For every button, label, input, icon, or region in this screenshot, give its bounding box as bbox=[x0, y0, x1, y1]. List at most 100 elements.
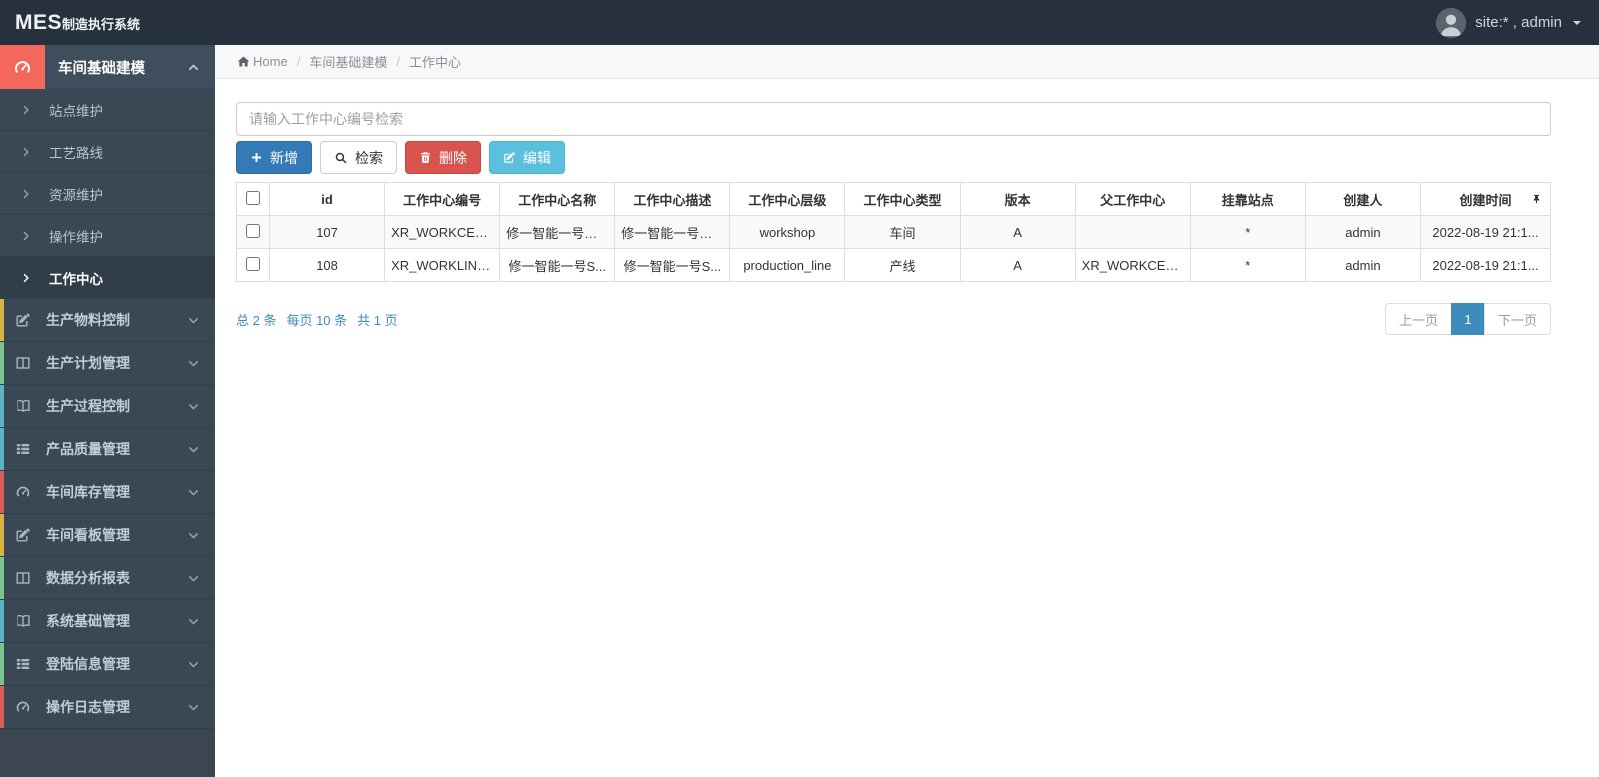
sidebar-group-label: 生产过程控制 bbox=[46, 398, 130, 414]
gauge-icon bbox=[0, 45, 45, 89]
summary-total: 总 2 条 bbox=[236, 312, 277, 328]
sidebar-group-board-management[interactable]: 车间看板管理 bbox=[0, 514, 215, 557]
cell-type: 产线 bbox=[844, 248, 961, 282]
chevron-right-icon bbox=[20, 272, 32, 284]
prev-page-button[interactable]: 上一页 bbox=[1384, 303, 1452, 335]
sidebar-group-login-info[interactable]: 登陆信息管理 bbox=[0, 643, 215, 686]
sidebar-group-label: 生产计划管理 bbox=[46, 355, 130, 371]
breadcrumb: Home / 车间基础建模 / 工作中心 bbox=[215, 45, 1599, 79]
chevron-right-icon bbox=[20, 104, 32, 116]
cell-level: workshop bbox=[729, 215, 846, 249]
cell-name: 修一智能一号S... bbox=[499, 248, 616, 282]
cell-parent bbox=[1074, 215, 1191, 249]
cell-created: 2022-08-19 21:1... bbox=[1420, 215, 1551, 249]
breadcrumb-separator: / bbox=[296, 54, 301, 69]
column-header-created: 创建时间 bbox=[1420, 182, 1551, 216]
sidebar-group-workshop-modeling[interactable]: 车间基础建模 bbox=[0, 45, 215, 89]
cell-type: 车间 bbox=[844, 215, 961, 249]
list-icon bbox=[0, 656, 46, 672]
cell-creator: admin bbox=[1304, 248, 1422, 282]
sidebar-group-label: 登陆信息管理 bbox=[46, 656, 130, 672]
row-checkbox[interactable] bbox=[246, 256, 260, 271]
row-checkbox[interactable] bbox=[246, 223, 260, 238]
breadcrumb-home[interactable]: Home bbox=[253, 54, 288, 69]
cell-select bbox=[236, 215, 270, 249]
column-header-created-label: 创建时间 bbox=[1459, 192, 1512, 208]
delete-button[interactable]: 删除 bbox=[405, 141, 481, 174]
chevron-down-icon bbox=[187, 314, 200, 327]
chevron-up-icon bbox=[187, 61, 200, 74]
sidebar-item-work-center[interactable]: 工作中心 bbox=[0, 257, 215, 299]
person-icon bbox=[1436, 7, 1467, 38]
sidebar-group-label: 系统基础管理 bbox=[46, 613, 130, 629]
sidebar-item-station-maintenance[interactable]: 站点维护 bbox=[0, 89, 215, 131]
breadcrumb-current: 工作中心 bbox=[408, 55, 461, 70]
cell-parent: XR_WORKCEN... bbox=[1074, 248, 1191, 282]
add-button-label: 新增 bbox=[270, 149, 298, 166]
toolbar: 新增 检索 删除 编辑 bbox=[236, 141, 1551, 174]
sidebar-item-process-route[interactable]: 工艺路线 bbox=[0, 131, 215, 173]
page-number-1[interactable]: 1 bbox=[1450, 303, 1485, 335]
column-header-creator: 创建人 bbox=[1304, 182, 1422, 216]
sidebar-group-data-analysis[interactable]: 数据分析报表 bbox=[0, 557, 215, 600]
edit-icon bbox=[0, 312, 46, 328]
user-menu[interactable]: site:* , admin bbox=[1436, 7, 1599, 38]
sidebar-item-resource-maintenance[interactable]: 资源维护 bbox=[0, 173, 215, 215]
column-header-parent: 父工作中心 bbox=[1074, 182, 1191, 216]
chevron-down-icon bbox=[187, 701, 200, 714]
cell-code: XR_WORKCEN... bbox=[384, 215, 501, 249]
cell-created: 2022-08-19 21:1... bbox=[1420, 248, 1551, 282]
search-button-label: 检索 bbox=[355, 149, 383, 166]
add-button[interactable]: 新增 bbox=[236, 141, 312, 174]
cell-code: XR_WORKLINE... bbox=[384, 248, 501, 282]
sidebar-groups: 生产物料控制 生产计划管理 生产过程控制 产品质量管理 车间库存管理 车间看板管… bbox=[0, 299, 215, 729]
sidebar-group-label: 产品质量管理 bbox=[46, 441, 130, 457]
columns-icon bbox=[0, 355, 46, 371]
sidebar-item-operation-maintenance[interactable]: 操作维护 bbox=[0, 215, 215, 257]
sidebar-group-system-management[interactable]: 系统基础管理 bbox=[0, 600, 215, 643]
cell-desc: 修一智能一号车间 bbox=[614, 215, 731, 249]
chevron-down-icon bbox=[1573, 20, 1581, 25]
cell-name: 修一智能一号车间 bbox=[499, 215, 616, 249]
edit-button-label: 编辑 bbox=[523, 149, 551, 166]
brand-secondary: 制造执行系统 bbox=[62, 16, 141, 32]
chevron-down-icon bbox=[187, 658, 200, 671]
search-input[interactable] bbox=[236, 102, 1551, 136]
edit-button[interactable]: 编辑 bbox=[489, 141, 565, 174]
search-button[interactable]: 检索 bbox=[320, 141, 397, 174]
table-row[interactable]: 107 XR_WORKCEN... 修一智能一号车间 修一智能一号车间 work… bbox=[236, 215, 1551, 249]
column-header-id: id bbox=[268, 182, 386, 216]
breadcrumb-section[interactable]: 车间基础建模 bbox=[309, 52, 387, 71]
sidebar-group-inventory-management[interactable]: 车间库存管理 bbox=[0, 471, 215, 514]
pin-icon[interactable] bbox=[1531, 194, 1542, 205]
work-center-table-wrap: id 工作中心编号 工作中心名称 工作中心描述 工作中心层级 工作中心类型 版本… bbox=[236, 182, 1551, 282]
column-header-station: 挂靠站点 bbox=[1189, 182, 1306, 216]
home-icon bbox=[237, 55, 250, 68]
table-row[interactable]: 108 XR_WORKLINE... 修一智能一号S... 修一智能一号S...… bbox=[236, 248, 1551, 282]
plus-icon bbox=[251, 152, 262, 163]
next-page-button[interactable]: 下一页 bbox=[1483, 303, 1551, 335]
sidebar-group-label: 操作日志管理 bbox=[46, 699, 130, 715]
chevron-down-icon bbox=[187, 486, 200, 499]
column-header-level: 工作中心层级 bbox=[729, 182, 846, 216]
select-all-checkbox[interactable] bbox=[246, 190, 260, 205]
summary-per-page: 每页 10 条 bbox=[286, 312, 348, 328]
sidebar-group-quality-management[interactable]: 产品质量管理 bbox=[0, 428, 215, 471]
chevron-down-icon bbox=[187, 443, 200, 456]
edit-icon bbox=[0, 527, 46, 543]
chevron-down-icon bbox=[187, 615, 200, 628]
avatar bbox=[1436, 7, 1467, 38]
sidebar-group-plan-management[interactable]: 生产计划管理 bbox=[0, 342, 215, 385]
sidebar-group-material-control[interactable]: 生产物料控制 bbox=[0, 299, 215, 342]
table-header-row: id 工作中心编号 工作中心名称 工作中心描述 工作中心层级 工作中心类型 版本… bbox=[236, 182, 1551, 216]
chevron-right-icon bbox=[20, 230, 32, 242]
sidebar-item-label: 站点维护 bbox=[49, 103, 103, 119]
delete-button-label: 删除 bbox=[439, 149, 467, 166]
cell-level: production_line bbox=[729, 248, 846, 282]
sidebar-group-operation-log[interactable]: 操作日志管理 bbox=[0, 686, 215, 729]
sidebar-group-process-control[interactable]: 生产过程控制 bbox=[0, 385, 215, 428]
app-logo: MES 制造执行系统 bbox=[0, 11, 140, 35]
sidebar-item-label: 工艺路线 bbox=[49, 145, 103, 161]
sidebar-item-label: 操作维护 bbox=[49, 229, 103, 245]
cell-select bbox=[236, 248, 270, 282]
